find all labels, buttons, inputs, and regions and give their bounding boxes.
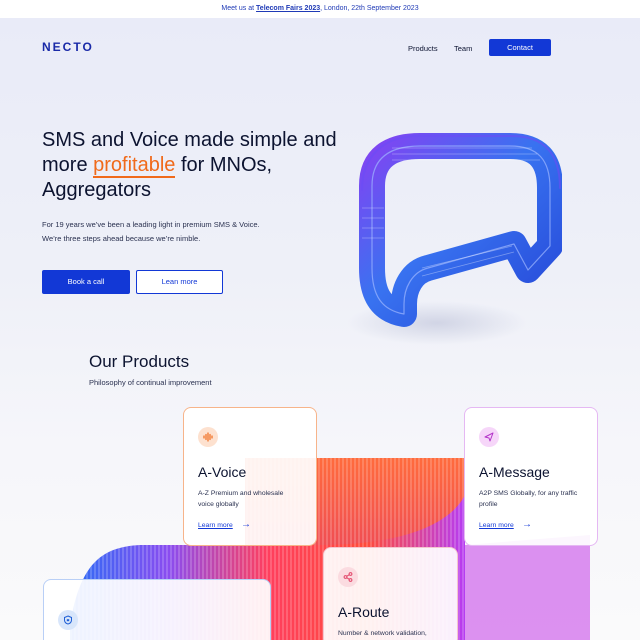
card-title: A-Voice xyxy=(198,464,247,480)
learn-more-button[interactable]: Lean more xyxy=(136,270,223,294)
hero-subtext: For 19 years we’ve been a leading light … xyxy=(42,218,302,246)
paper-plane-icon xyxy=(479,427,499,447)
share-nodes-icon xyxy=(338,567,358,587)
book-call-button[interactable]: Book a call xyxy=(42,270,130,294)
products-title: Our Products xyxy=(89,352,190,371)
product-card-a-voice[interactable]: A-Voice A-Z Premium and wholesale voice … xyxy=(183,407,317,546)
arrow-right-icon[interactable]: → xyxy=(241,519,251,530)
subtext-line2: We’re three steps ahead because we’re ni… xyxy=(42,234,201,243)
card-description: A2P SMS Globally, for any traffic profil… xyxy=(479,490,578,508)
product-card-a-route[interactable]: A-Route Number & network validation, xyxy=(323,547,458,640)
contact-button[interactable]: Contact xyxy=(489,39,551,56)
nav-team[interactable]: Team xyxy=(454,44,472,53)
product-card-partial[interactable] xyxy=(43,579,271,640)
announcement-bar: Meet us at Telecom Fairs 2023, London, 2… xyxy=(0,0,640,18)
learn-more-link[interactable]: Learn more xyxy=(479,522,514,529)
hero-headline: SMS and Voice made simple and more profi… xyxy=(42,128,352,203)
card-title: A-Route xyxy=(338,604,390,620)
subtext-line1: For 19 years we’ve been a leading light … xyxy=(42,220,260,229)
card-title: A-Message xyxy=(479,464,550,480)
logo[interactable]: NECTO xyxy=(42,40,94,54)
card-description: A-Z Premium and wholesale voice globally xyxy=(198,490,284,508)
announcement-suffix: , London, 22th September 2023 xyxy=(320,5,419,12)
sound-wave-icon xyxy=(198,427,218,447)
shield-icon xyxy=(58,610,78,630)
learn-more-link[interactable]: Learn more xyxy=(198,522,233,529)
announcement-prefix: Meet us at xyxy=(221,5,257,12)
card-description: Number & network validation, xyxy=(338,630,427,637)
arrow-right-icon[interactable]: → xyxy=(522,519,532,530)
speech-bubble-illustration xyxy=(347,133,562,345)
nav-products[interactable]: Products xyxy=(408,44,438,53)
products-subtitle: Philosophy of continual improvement xyxy=(89,378,212,387)
headline-accent: profitable xyxy=(93,154,176,178)
product-card-a-message[interactable]: A-Message A2P SMS Globally, for any traf… xyxy=(464,407,598,546)
announcement-event-link[interactable]: Telecom Fairs 2023 xyxy=(256,5,320,12)
